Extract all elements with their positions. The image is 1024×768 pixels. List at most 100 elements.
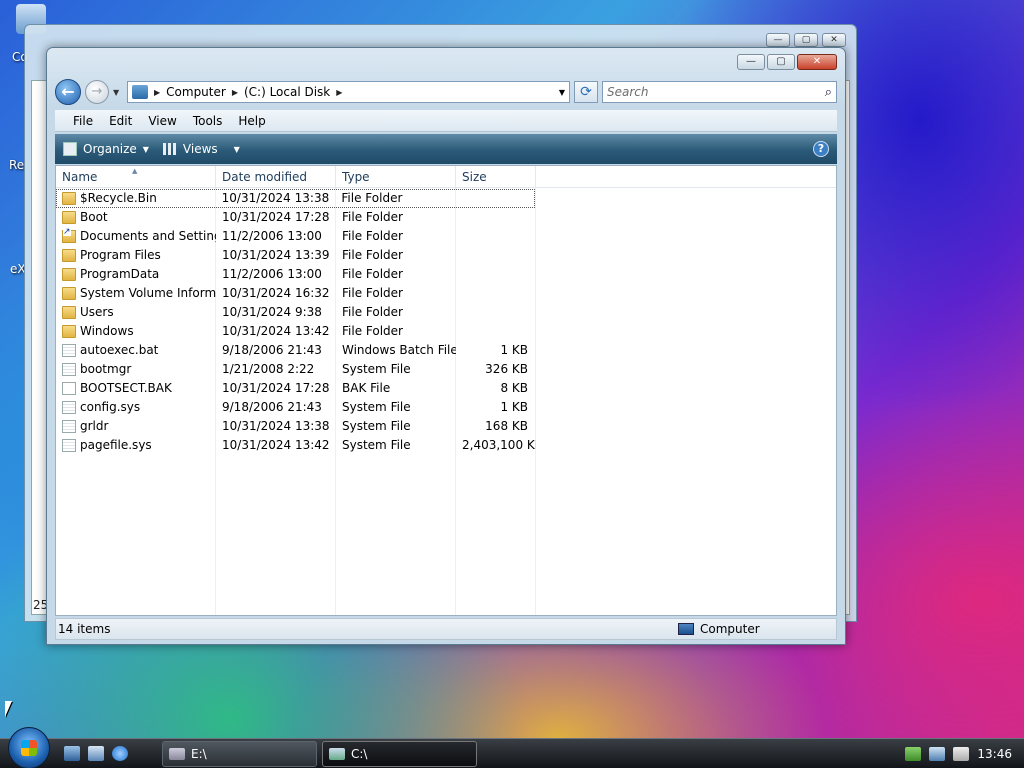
menu-view[interactable]: View [140,112,184,130]
file-name: bootmgr [80,362,132,376]
back-button[interactable]: ← [55,79,81,105]
maximize-button[interactable]: ▢ [794,33,818,47]
drive-icon [169,748,185,760]
menu-tools[interactable]: Tools [185,112,231,130]
menu-bar: File Edit View Tools Help [55,110,837,132]
file-size: 2,403,100 KB [462,438,536,452]
menu-edit[interactable]: Edit [101,112,140,130]
minimize-button[interactable]: — [737,54,765,70]
file-row[interactable]: bootmgr 1/21/2008 2:22 System File 326 KB [56,360,836,379]
file-row[interactable]: BOOTSECT.BAK 10/31/2024 17:28 BAK File 8 KB [56,379,836,398]
minimize-button[interactable]: — [766,33,790,47]
file-type: File Folder [342,248,403,262]
file-row[interactable]: Users 10/31/2024 9:38 File Folder [56,303,836,322]
file-icon [62,382,76,395]
chevron-down-icon: ▼ [142,144,149,154]
file-name-cell: bootmgr [56,360,216,379]
search-input[interactable]: Search ⌕ [602,81,837,103]
help-icon[interactable]: ? [813,141,829,157]
close-button[interactable]: ✕ [822,33,846,47]
taskbar: E:\ C:\ 13:46 [0,727,1024,768]
address-bar[interactable]: ▶ Computer ▶ (C:) Local Disk ▶ ▼ [127,81,570,103]
file-date: 10/31/2024 17:28 [222,210,330,224]
maximize-button[interactable]: ▢ [767,54,795,70]
menu-file[interactable]: File [55,112,101,130]
views-button[interactable]: Views ▼ [162,142,240,156]
column-header-name[interactable]: ▲ Name [56,166,216,188]
file-date: 10/31/2024 16:32 [222,286,330,300]
file-size [456,322,536,341]
computer-icon [678,623,694,635]
column-header-row: ▲ Name Date modified Type Size [56,166,836,188]
recent-pages-dropdown[interactable]: ▼ [113,88,123,97]
file-row[interactable]: autoexec.bat 9/18/2006 21:43 Windows Batch… [56,341,836,360]
organize-label: Organize [83,142,137,156]
start-button[interactable] [8,727,50,768]
views-icon [162,143,177,155]
taskbar-button-label: E:\ [191,747,207,761]
file-name: Windows [80,324,134,338]
forward-button[interactable]: → [85,80,109,104]
file-size [456,265,536,284]
file-date: 10/31/2024 9:38 [222,305,322,319]
refresh-button[interactable]: ⟳ [574,81,598,103]
file-row[interactable]: grldr 10/31/2024 13:38 System File 168 KB [56,417,836,436]
navigation-bar: ← → ▼ ▶ Computer ▶ (C:) Local Disk ▶ ▼ ⟳… [55,78,837,106]
file-row[interactable]: config.sys 9/18/2006 21:43 System File 1 KB [56,398,836,417]
file-type: Windows Batch File [342,343,456,357]
search-icon[interactable]: ⌕ [825,85,832,100]
drive-icon [132,85,148,99]
file-row[interactable]: Documents and Settings 11/2/2006 13:00 Fil… [56,227,836,246]
mouse-cursor-icon [5,701,12,717]
explorer-window[interactable]: — ▢ ✕ ← → ▼ ▶ Computer ▶ (C:) Local Disk… [46,47,846,645]
file-row[interactable]: Windows 10/31/2024 13:42 File Folder [56,322,836,341]
monitor-icon[interactable] [929,747,946,761]
close-button[interactable]: ✕ [797,54,837,70]
switch-windows-icon[interactable] [88,746,104,761]
column-header-size[interactable]: Size [456,166,536,188]
taskbar-button-c-drive[interactable]: C:\ [322,741,477,767]
file-row[interactable]: Boot 10/31/2024 17:28 File Folder [56,208,836,227]
drive-icon [329,748,345,760]
column-header-date[interactable]: Date modified [216,166,336,188]
file-type: File Folder [342,229,403,243]
menu-help[interactable]: Help [230,112,273,130]
folder-shortcut-icon [62,228,76,243]
file-row[interactable]: ProgramData 11/2/2006 13:00 File Folder [56,265,836,284]
chevron-right-icon[interactable]: ▶ [232,88,238,97]
clock[interactable]: 13:46 [977,747,1012,761]
network-icon[interactable] [905,747,922,761]
file-size [455,189,535,208]
file-date: 11/2/2006 13:00 [222,229,322,243]
organize-button[interactable]: Organize ▼ [63,142,149,156]
internet-explorer-icon[interactable] [112,746,128,761]
file-row[interactable]: $Recycle.Bin 10/31/2024 13:38 File Folder [56,189,535,208]
breadcrumb-local-disk[interactable]: (C:) Local Disk [244,85,330,99]
breadcrumb-computer[interactable]: Computer [166,85,226,99]
file-type: System File [342,400,411,414]
file-name-cell: ProgramData [56,265,216,284]
chevron-right-icon[interactable]: ▶ [154,88,160,97]
file-row[interactable]: System Volume Inform... 10/31/2024 16:32 F… [56,284,836,303]
file-name-cell: System Volume Inform... [56,284,216,303]
file-row[interactable]: pagefile.sys 10/31/2024 13:42 System File 2… [56,436,836,455]
address-dropdown-icon[interactable]: ▼ [559,88,565,97]
file-date: 10/31/2024 13:42 [222,324,330,338]
file-name: Boot [80,210,108,224]
file-row[interactable]: Program Files 10/31/2024 13:39 File Folder [56,246,836,265]
folder-icon [62,249,76,262]
file-list-view[interactable]: ▲ Name Date modified Type Size $Recycle.… [55,165,837,616]
volume-muted-icon[interactable] [953,747,970,761]
folder-icon [62,325,76,338]
column-header-type[interactable]: Type [336,166,456,188]
system-file-icon [62,401,76,414]
file-name: System Volume Inform... [80,286,216,300]
show-desktop-icon[interactable] [64,746,80,761]
chevron-right-icon[interactable]: ▶ [336,88,342,97]
taskbar-button-e-drive[interactable]: E:\ [162,741,317,767]
folder-icon [62,268,76,281]
file-date: 10/31/2024 13:42 [222,438,330,452]
file-name: ProgramData [80,267,160,281]
back-window-caption-buttons: — ▢ ✕ [766,33,846,47]
file-type: System File [342,438,411,452]
